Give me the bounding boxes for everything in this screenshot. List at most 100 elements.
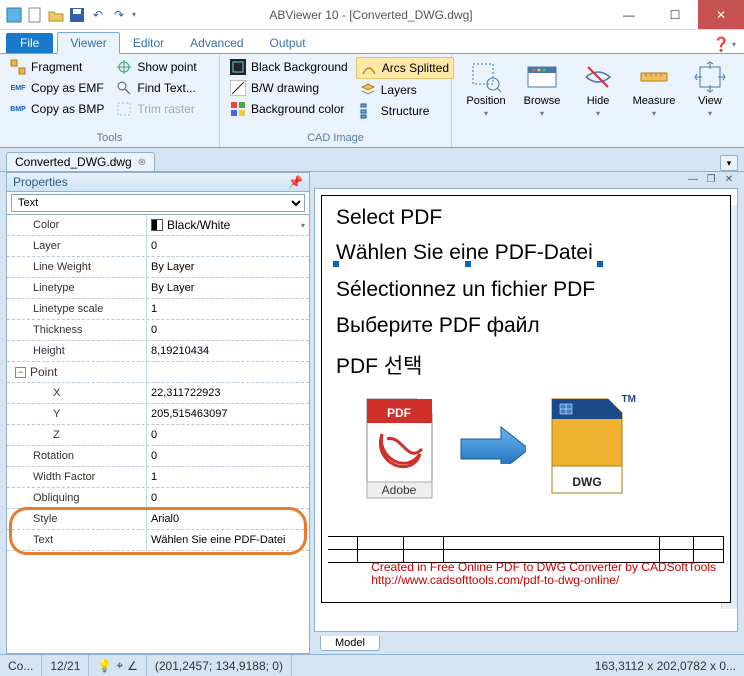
view-button[interactable]: View▾	[682, 57, 738, 122]
work-area: Properties 📌 Text ColorBlack/White▾ Laye…	[0, 172, 744, 654]
fragment-button[interactable]: Fragment	[6, 57, 108, 77]
chevron-down-icon: ▾	[652, 109, 656, 118]
group-label-cad: CAD Image	[220, 131, 451, 147]
prop-row-style[interactable]: StyleArial0	[7, 509, 309, 530]
document-tab[interactable]: Converted_DWG.dwg ⊗	[6, 152, 155, 171]
prop-row-linetype[interactable]: LinetypeBy Layer	[7, 278, 309, 299]
copy-emf-button[interactable]: EMFCopy as EMF	[6, 78, 108, 98]
document-tab-strip: Converted_DWG.dwg ⊗ ▾	[0, 148, 744, 172]
save-icon[interactable]	[69, 7, 85, 23]
tab-overflow-button[interactable]: ▾	[720, 155, 738, 171]
tab-output[interactable]: Output	[257, 32, 319, 53]
collapse-icon[interactable]: −	[15, 367, 26, 378]
black-bg-button[interactable]: Black Background	[226, 57, 352, 77]
type-dropdown[interactable]: Text	[11, 194, 305, 212]
canvas-text: Выберите PDF файл	[336, 314, 540, 338]
dwg-icon: DWG TM	[540, 394, 630, 494]
measure-button[interactable]: Measure▾	[626, 57, 682, 122]
tab-viewer[interactable]: Viewer	[57, 32, 119, 54]
status-count: 12/21	[42, 655, 89, 676]
prop-row-rotation[interactable]: Rotation0	[7, 446, 309, 467]
arcs-splitted-button[interactable]: Arcs Splitted	[356, 57, 454, 79]
pdf-icon: PDFAdobe	[352, 394, 442, 494]
status-size: 163,3112 x 202,0782 x 0...	[587, 659, 744, 673]
help-dropdown[interactable]: ❓▾	[713, 36, 736, 53]
tab-editor[interactable]: Editor	[120, 32, 177, 53]
chevron-down-icon[interactable]: ▾	[301, 221, 305, 230]
bmp-icon: BMP	[10, 101, 26, 117]
file-tab[interactable]: File	[6, 33, 53, 53]
close-button[interactable]: ✕	[698, 0, 744, 29]
palette-icon	[230, 101, 246, 117]
ribbon: Fragment EMFCopy as EMF BMPCopy as BMP S…	[0, 54, 744, 148]
credit-text: Created in Free Online PDF to DWG Conver…	[371, 561, 716, 587]
new-icon[interactable]	[27, 7, 43, 23]
pin-icon[interactable]: 📌	[288, 175, 303, 189]
window-title: ABViewer 10 - [Converted_DWG.dwg]	[136, 8, 606, 22]
ribbon-group-tools: Fragment EMFCopy as EMF BMPCopy as BMP S…	[0, 54, 220, 147]
prop-row-z[interactable]: Z0	[7, 425, 309, 446]
prop-row-width-factor[interactable]: Width Factor1	[7, 467, 309, 488]
prop-row-thickness[interactable]: Thickness0	[7, 320, 309, 341]
browse-button[interactable]: Browse▾	[514, 57, 570, 122]
window-buttons: — ☐ ✕	[606, 0, 744, 29]
fragment-icon	[10, 59, 26, 75]
status-bar: Co... 12/21 💡 ⌖ ∠ (201,2457; 134,9188; 0…	[0, 654, 744, 676]
bw-drawing-button[interactable]: B/W drawing	[226, 78, 352, 98]
tab-advanced[interactable]: Advanced	[177, 32, 256, 53]
ribbon-group-cad: Black Background B/W drawing Background …	[220, 54, 452, 147]
prop-row-height[interactable]: Height8,19210434	[7, 341, 309, 362]
arrow-icon	[456, 424, 526, 464]
view-icon	[694, 61, 726, 93]
properties-header: Properties 📌	[7, 173, 309, 192]
minimize-button[interactable]: —	[606, 0, 652, 29]
color-swatch	[151, 219, 163, 231]
properties-grid: ColorBlack/White▾ Layer0 Line WeightBy L…	[7, 215, 309, 653]
ribbon-group-big: Position▾ Browse▾ Hide▾ Measure▾ View▾	[452, 54, 744, 147]
status-left1: Co...	[0, 655, 42, 676]
prop-row-layer[interactable]: Layer0	[7, 236, 309, 257]
prop-row-y[interactable]: Y205,515463097	[7, 404, 309, 425]
properties-type-selector[interactable]: Text	[7, 192, 309, 215]
svg-text:PDF: PDF	[387, 406, 411, 420]
close-tab-icon[interactable]: ⊗	[138, 157, 146, 168]
layers-button[interactable]: Layers	[356, 80, 454, 100]
structure-button[interactable]: Structure	[356, 101, 454, 121]
prop-group-point[interactable]: −Point	[7, 362, 309, 383]
copy-bmp-button[interactable]: BMPCopy as BMP	[6, 99, 108, 119]
hide-button[interactable]: Hide▾	[570, 57, 626, 122]
redo-icon[interactable]: ↷	[111, 7, 127, 23]
lightbulb-icon[interactable]: 💡	[97, 659, 112, 673]
close-panel-icon[interactable]: ✕	[722, 172, 736, 186]
properties-panel: Properties 📌 Text ColorBlack/White▾ Laye…	[6, 172, 310, 654]
position-icon	[470, 61, 502, 93]
prop-row-text[interactable]: TextWählen Sie eine PDF-Datei	[7, 530, 309, 551]
measure-icon	[638, 61, 670, 93]
prop-row-obliquing[interactable]: Obliquing0	[7, 488, 309, 509]
trim-raster-button: Trim raster	[112, 99, 200, 119]
open-icon[interactable]	[48, 7, 64, 23]
prop-row-color[interactable]: ColorBlack/White▾	[7, 215, 309, 236]
canvas-text: Select PDF	[336, 206, 442, 230]
show-point-button[interactable]: Show point	[112, 57, 200, 77]
find-text-button[interactable]: Find Text...	[112, 78, 200, 98]
chevron-down-icon: ▾	[484, 109, 488, 118]
undo-icon[interactable]: ↶	[90, 7, 106, 23]
browse-icon	[526, 61, 558, 93]
minimize-panel-icon[interactable]: —	[686, 172, 700, 186]
prop-row-x[interactable]: X22,311722923	[7, 383, 309, 404]
target-icon[interactable]: ⌖	[116, 658, 123, 673]
ribbon-tabs: File Viewer Editor Advanced Output ❓▾	[0, 30, 744, 54]
restore-panel-icon[interactable]: ❐	[704, 172, 718, 186]
prop-row-linetype-scale[interactable]: Linetype scale1	[7, 299, 309, 320]
angle-icon[interactable]: ∠	[127, 659, 138, 673]
arc-icon	[361, 60, 377, 76]
model-tab[interactable]: Model	[320, 636, 380, 651]
layers-icon	[360, 82, 376, 98]
maximize-button[interactable]: ☐	[652, 0, 698, 29]
bg-color-button[interactable]: Background color	[226, 99, 352, 119]
selection-handles[interactable]	[336, 241, 600, 265]
drawing-canvas[interactable]: Select PDF Wählen Sie eine PDF-Datei Sél…	[314, 188, 738, 632]
prop-row-line-weight[interactable]: Line WeightBy Layer	[7, 257, 309, 278]
position-button[interactable]: Position▾	[458, 57, 514, 122]
